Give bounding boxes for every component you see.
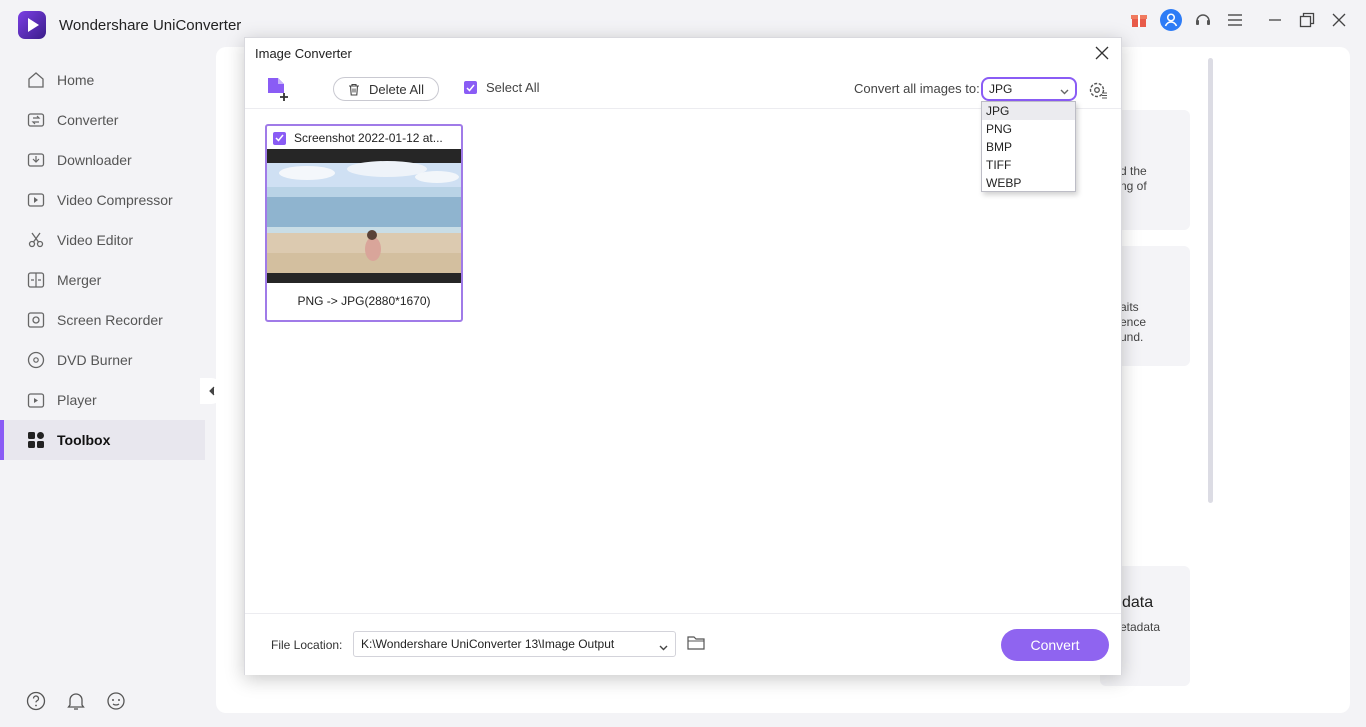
sidebar-item-home[interactable]: Home <box>0 60 205 100</box>
minimize-icon[interactable] <box>1264 9 1286 31</box>
sidebar-item-label: Downloader <box>57 152 132 168</box>
tool-card-text: und. <box>1120 330 1144 344</box>
sidebar-item-dvd-burner[interactable]: DVD Burner <box>0 340 205 380</box>
file-location-select[interactable]: K:\Wondershare UniConverter 13\Image Out… <box>353 631 676 657</box>
delete-all-button[interactable]: Delete All <box>333 77 439 101</box>
feedback-icon[interactable] <box>106 691 126 711</box>
tool-card-title: data <box>1122 594 1154 611</box>
sidebar-item-label: Merger <box>57 272 102 288</box>
chevron-down-icon <box>659 640 668 654</box>
home-icon <box>27 71 45 89</box>
sidebar-item-merger[interactable]: Merger <box>0 260 205 300</box>
sidebar-item-converter[interactable]: Converter <box>0 100 205 140</box>
tool-card-text: ence <box>1120 315 1147 329</box>
merger-icon <box>27 271 45 289</box>
open-folder-icon[interactable] <box>687 635 705 651</box>
format-option-png[interactable]: PNG <box>982 120 1075 138</box>
toolbox-icon <box>27 431 45 449</box>
sidebar-item-video-compressor[interactable]: Video Compressor <box>0 180 205 220</box>
file-location-label: File Location: <box>271 638 343 652</box>
downloader-icon <box>27 151 45 169</box>
sidebar-item-toolbox[interactable]: Toolbox <box>0 420 205 460</box>
delete-all-label: Delete All <box>369 81 424 97</box>
restore-icon[interactable] <box>1296 9 1318 31</box>
checkbox-checked-icon[interactable] <box>464 81 477 94</box>
window-controls <box>1118 8 1350 32</box>
sidebar: Home Converter Downloader Video Compress… <box>0 60 205 460</box>
sidebar-item-label: Toolbox <box>57 432 111 448</box>
notification-bell-icon[interactable] <box>66 691 86 711</box>
screen-recorder-icon <box>27 311 45 329</box>
add-file-icon[interactable] <box>265 76 291 102</box>
sidebar-item-label: Video Compressor <box>57 192 173 208</box>
sidebar-item-label: DVD Burner <box>57 352 133 368</box>
image-thumbnail <box>267 149 461 283</box>
app-title: Wondershare UniConverter <box>59 17 242 34</box>
close-icon[interactable] <box>1093 44 1111 62</box>
app-logo <box>18 11 46 39</box>
player-icon <box>27 391 45 409</box>
help-icon[interactable] <box>26 691 46 711</box>
select-all-checkbox[interactable]: Select All <box>464 80 539 95</box>
sidebar-item-video-editor[interactable]: Video Editor <box>0 220 205 260</box>
format-option-jpg[interactable]: JPG <box>982 102 1075 120</box>
sidebar-item-label: Converter <box>57 112 119 128</box>
image-conversion-info: PNG -> JPG(2880*1670) <box>297 294 431 308</box>
format-option-webp[interactable]: WEBP <box>982 174 1075 192</box>
settings-gear-icon[interactable] <box>1088 80 1108 100</box>
select-all-label: Select All <box>486 80 540 95</box>
menu-icon[interactable] <box>1224 9 1246 31</box>
close-window-icon[interactable] <box>1328 9 1350 31</box>
support-headset-icon[interactable] <box>1192 9 1214 31</box>
sidebar-item-screen-recorder[interactable]: Screen Recorder <box>0 300 205 340</box>
image-item-header: Screenshot 2022-01-12 at... <box>273 131 443 145</box>
panel-scrollbar[interactable] <box>1208 58 1213 503</box>
tool-card-text: ng of <box>1120 179 1147 193</box>
output-format-select[interactable]: JPG <box>981 77 1077 101</box>
sidebar-item-label: Home <box>57 72 95 88</box>
account-icon[interactable] <box>1160 9 1182 31</box>
dialog-title: Image Converter <box>255 46 352 61</box>
chevron-down-icon <box>1060 84 1069 98</box>
scissors-icon <box>27 231 45 249</box>
format-option-tiff[interactable]: TIFF <box>982 156 1075 174</box>
sidebar-item-player[interactable]: Player <box>0 380 205 420</box>
sidebar-item-label: Screen Recorder <box>57 312 163 328</box>
format-option-bmp[interactable]: BMP <box>982 138 1075 156</box>
convert-button[interactable]: Convert <box>1001 629 1109 661</box>
tool-card-text: etadata <box>1120 620 1161 634</box>
tool-card-text: aits <box>1120 300 1139 314</box>
checkbox-checked-icon[interactable] <box>273 131 286 145</box>
gift-icon[interactable] <box>1128 9 1150 31</box>
converter-icon <box>27 111 45 129</box>
convert-all-label: Convert all images to: <box>854 81 980 96</box>
image-file-name: Screenshot 2022-01-12 at... <box>294 131 443 145</box>
sidebar-item-downloader[interactable]: Downloader <box>0 140 205 180</box>
tool-card-text: d the <box>1120 164 1147 178</box>
dialog-footer: File Location: K:\Wondershare UniConvert… <box>245 613 1121 675</box>
sidebar-item-label: Player <box>57 392 97 408</box>
compressor-icon <box>27 191 45 209</box>
sidebar-item-label: Video Editor <box>57 232 134 248</box>
file-location-path: K:\Wondershare UniConverter 13\Image Out… <box>361 637 615 651</box>
sidebar-footer <box>26 691 146 711</box>
selected-format: JPG <box>989 82 1013 96</box>
disc-icon <box>27 351 45 369</box>
trash-icon <box>348 83 360 96</box>
format-dropdown-list: JPG PNG BMP TIFF WEBP <box>981 101 1076 192</box>
image-item-card[interactable]: Screenshot 2022-01-12 at... PNG -> JPG(2… <box>265 124 463 322</box>
